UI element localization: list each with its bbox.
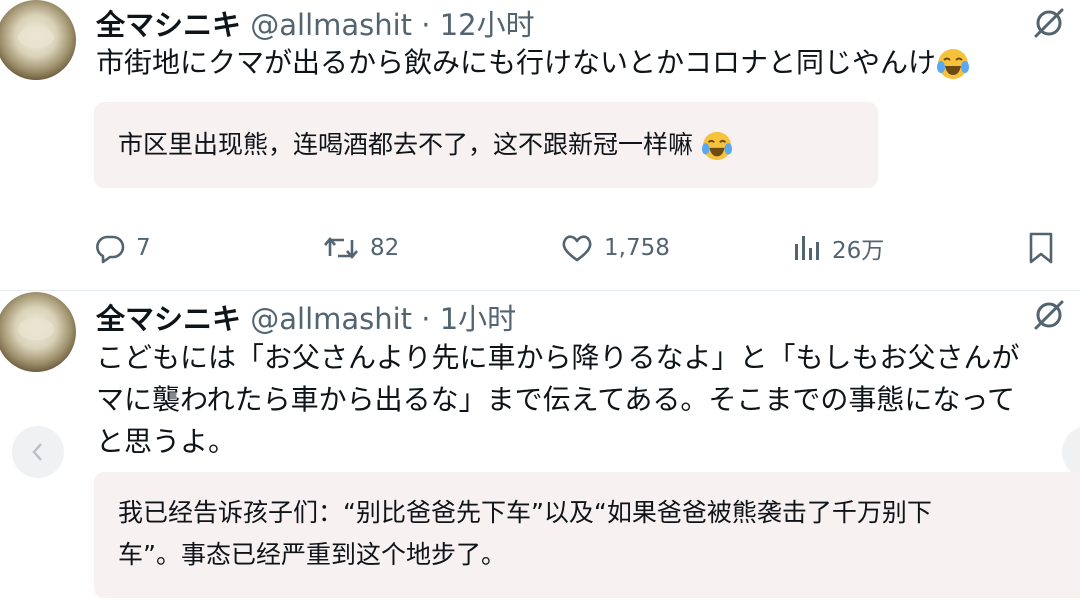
chevron-left-icon xyxy=(32,443,42,461)
retweet-icon xyxy=(324,236,358,260)
translation-box: 市区里出现熊，连喝酒都去不了，这不跟新冠一样嘛 xyxy=(94,102,878,188)
tweet-text: こどもには「お父さんより先に車から降りるなよ」と「もしもお父さんが マに襲われた… xyxy=(96,337,1019,463)
display-name[interactable]: 全マシニキ xyxy=(96,8,241,42)
reply-count: 7 xyxy=(136,235,151,261)
reply-button[interactable]: 7 xyxy=(94,226,151,270)
retweet-button[interactable]: 82 xyxy=(322,226,399,270)
views-count: 26万 xyxy=(832,238,885,264)
carousel-prev-button[interactable] xyxy=(12,426,64,478)
tweet-text-line: と思うよ。 xyxy=(96,425,237,458)
views-button[interactable]: 26万 xyxy=(792,226,884,270)
timestamp[interactable]: 1小时 xyxy=(440,302,516,336)
translation-text-line: 我已经告诉孩子们：“别比爸爸先下车”以及“如果爸爸被熊袭击了千万别下 xyxy=(118,498,932,527)
tweet-header: 全マシニキ @allmashit · 1小时 xyxy=(96,296,516,338)
avatar[interactable] xyxy=(0,292,76,372)
tweet-header: 全マシニキ @allmashit · 12小时 xyxy=(96,2,535,44)
translation-text: 市区里出现熊，连喝酒都去不了，这不跟新冠一样嘛 xyxy=(118,130,694,159)
translation-text-line: 车”。事态已经严重到这个地步了。 xyxy=(118,540,506,569)
like-button[interactable]: 1,758 xyxy=(560,226,670,270)
separator-dot: · xyxy=(421,8,431,42)
bookmark-button[interactable] xyxy=(1026,226,1066,270)
tweet-text-line: こどもには「お父さんより先に車から降りるなよ」と「もしもお父さんが xyxy=(96,341,1020,374)
user-handle[interactable]: @allmashit xyxy=(250,302,412,336)
like-count: 1,758 xyxy=(604,235,670,261)
user-handle[interactable]: @allmashit xyxy=(250,8,412,42)
laughing-tears-emoji-icon xyxy=(701,131,733,161)
display-name[interactable]: 全マシニキ xyxy=(96,302,241,336)
tweet-action-bar: 7 82 1,758 26万 xyxy=(0,226,1080,270)
separator-dot: · xyxy=(421,302,431,336)
retweet-count: 82 xyxy=(370,235,400,261)
laughing-tears-emoji-icon xyxy=(937,49,970,79)
reply-icon xyxy=(96,235,125,264)
heart-icon xyxy=(562,235,592,262)
grok-icon[interactable] xyxy=(1032,6,1066,40)
tweet-text-line: マに襲われたら車から出るな」まで伝えてある。そこまでの事態になって xyxy=(96,383,1015,416)
tweet-text: 市街地にクマが出るから飲みにも行けないとかコロナと同じやんけ xyxy=(96,42,970,84)
avatar[interactable] xyxy=(0,0,76,80)
views-icon xyxy=(795,236,819,260)
grok-icon[interactable] xyxy=(1032,298,1066,332)
translation-box: 我已经告诉孩子们：“别比爸爸先下车”以及“如果爸爸被熊袭击了千万别下 车”。事态… xyxy=(94,472,1080,598)
bookmark-icon xyxy=(1029,232,1053,264)
timestamp[interactable]: 12小时 xyxy=(440,8,535,42)
tweet-text-content: 市街地にクマが出るから飲みにも行けないとかコロナと同じやんけ xyxy=(96,46,937,79)
